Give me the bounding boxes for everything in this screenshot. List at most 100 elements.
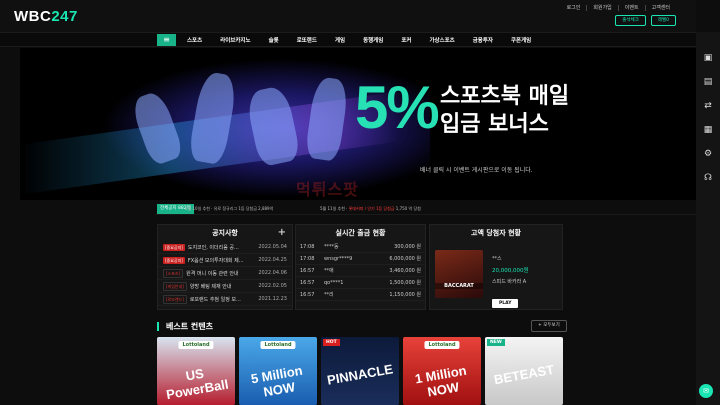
best-content-title: 베스트 컨텐츠 bbox=[157, 322, 213, 331]
card-title: 5 Million NOW bbox=[249, 362, 304, 400]
notice-row-date: 2022.04.06 bbox=[258, 270, 287, 276]
wallet-icon[interactable]: ▣ bbox=[702, 52, 714, 64]
notice-row-date: 2022.04.25 bbox=[258, 257, 287, 263]
notice-row[interactable]: [로또랜드] 로또랜드 추첨 일정 보... 2021.12.23 bbox=[158, 293, 292, 306]
notice-row-title: 로또랜드 추첨 일정 보... bbox=[189, 296, 241, 303]
ticker-text: 5월 10일 추천 · 유로 정규리그 1등 당첨금 2,889억 bbox=[185, 206, 274, 211]
content-card[interactable]: HOT PINNACLE bbox=[321, 337, 399, 405]
winner-amount: 20,000,000원 bbox=[492, 268, 529, 274]
withdraw-panel: 실시간 출금 현황 17:08 ****동 300,000 원 17:08 wnsgr*… bbox=[295, 224, 426, 310]
right-sidebar: ▣ ▤ ⇄ ▦ ⚙ ☊ ✉ bbox=[696, 32, 720, 405]
card-brand: Lottoland bbox=[424, 341, 460, 349]
top-links: 로그인 회원가입 이벤트 고객센터 bbox=[561, 5, 676, 11]
login-link[interactable]: 로그인 bbox=[561, 5, 587, 11]
card-title: PINNACLE bbox=[325, 361, 395, 388]
support-link[interactable]: 고객센터 bbox=[644, 5, 676, 11]
card-brand: Lottoland bbox=[260, 341, 296, 349]
view-all-button[interactable]: + 모두보기 bbox=[531, 320, 567, 332]
notice-row-title: 원격 머니 이동 관련 안내 bbox=[186, 270, 239, 277]
notice-row-date: 2022.05.04 bbox=[258, 244, 287, 250]
jackpot-panel: 고액 당첨자 현황 BACCARAT **스 20,000,000원 스피드 바… bbox=[429, 224, 563, 310]
notice-row[interactable]: [스포츠] 원격 머니 이동 관련 안내 2022.04.06 bbox=[158, 267, 292, 280]
content-card[interactable]: NEW BETEAST bbox=[485, 337, 563, 405]
withdraw-user: **애 bbox=[324, 268, 334, 274]
content-card[interactable]: Lottoland 5 Million NOW bbox=[239, 337, 317, 405]
notice-row[interactable]: [중요공지] FX옵션 모의투자대회 제... 2022.04.25 bbox=[158, 254, 292, 267]
withdraw-time: 17:08 bbox=[300, 255, 315, 262]
receipt-icon[interactable]: ▤ bbox=[702, 76, 714, 88]
notice-row-title: 양방 베팅 제재 안내 bbox=[189, 283, 232, 290]
notice-category-tag: [중요공지] bbox=[163, 256, 185, 264]
withdraw-time: 16:57 bbox=[300, 291, 315, 298]
content-card[interactable]: Lottoland 1 Million NOW bbox=[403, 337, 481, 405]
content-card[interactable]: Lottoland US PowerBall bbox=[157, 337, 235, 405]
top-bar: WBC247 로그인 회원가입 이벤트 고객센터 출석체크 레벨0 bbox=[0, 0, 696, 32]
notice-row-title: 도지코인, 이더리움 공... bbox=[187, 244, 239, 251]
winner-user: **스 bbox=[492, 256, 502, 262]
attendance-button[interactable]: 출석체크 bbox=[615, 15, 646, 26]
chat-icon[interactable]: ✉ bbox=[699, 384, 713, 398]
nav-game[interactable]: 게임 bbox=[326, 36, 354, 44]
main-nav: ≡ 스포츠 라이브카지노 슬롯 로또랜드 게임 동행게임 포커 가상스포츠 금융… bbox=[0, 32, 696, 47]
nav-lottoland[interactable]: 로또랜드 bbox=[288, 36, 326, 44]
notice-category-tag: [게임안내] bbox=[163, 281, 187, 291]
notice-title: 공지사항 + bbox=[158, 225, 292, 241]
jackpot-title: 고액 당첨자 현황 bbox=[471, 229, 521, 237]
watermark: 먹튀스팟 bbox=[296, 180, 359, 199]
nav-slot[interactable]: 슬롯 bbox=[260, 36, 288, 44]
withdraw-row: 16:57 qo****1 1,500,000 원 bbox=[296, 277, 425, 289]
headset-icon[interactable]: ☊ bbox=[702, 172, 714, 184]
notice-row-date: 2021.12.23 bbox=[258, 296, 287, 302]
withdraw-amount: 3,460,000 원 bbox=[389, 268, 421, 274]
card-title: 1 Million NOW bbox=[413, 362, 468, 400]
notice-ticker[interactable]: 전체공지 882억 5월 10일 추천 · 유로 정규리그 1등 당첨금 2,8… bbox=[155, 203, 696, 215]
banner-subtext: 배너 클릭 시 이벤트 게시판으로 이동 됩니다. bbox=[420, 167, 533, 174]
card-badge: HOT bbox=[323, 339, 340, 346]
notice-category-tag: [로또랜드] bbox=[163, 294, 187, 304]
card-brand: Lottoland bbox=[178, 341, 214, 349]
user-settings-icon[interactable]: ⚙ bbox=[702, 148, 714, 160]
logo[interactable]: WBC247 bbox=[14, 8, 78, 25]
level-button[interactable]: 레벨0 bbox=[650, 15, 676, 26]
menu-icon[interactable]: ≡ bbox=[157, 34, 176, 46]
notice-row-date: 2022.02.05 bbox=[258, 283, 287, 289]
withdraw-row: 17:08 ****동 300,000 원 bbox=[296, 241, 425, 253]
withdraw-user: ****동 bbox=[324, 244, 339, 250]
notice-panel: 공지사항 + [중요공지] 도지코인, 이더리움 공... 2022.05.04 [중요… bbox=[157, 224, 293, 310]
play-button[interactable]: PLAY bbox=[492, 299, 519, 308]
signup-link[interactable]: 회원가입 bbox=[586, 5, 617, 11]
withdraw-row: 16:57 **리 1,150,000 원 bbox=[296, 289, 425, 301]
banner-title-line1: 스포츠북 매일 bbox=[440, 84, 570, 109]
notice-row[interactable]: [중요공지] 도지코인, 이더리움 공... 2022.05.04 bbox=[158, 241, 292, 254]
nav-sports[interactable]: 스포츠 bbox=[178, 36, 211, 44]
notice-row-title: FX옵션 모의투자대회 제... bbox=[187, 257, 244, 264]
withdraw-amount: 300,000 원 bbox=[394, 244, 421, 250]
nav-finance[interactable]: 금융투자 bbox=[464, 36, 502, 44]
exchange-icon[interactable]: ⇄ bbox=[702, 100, 714, 112]
event-link[interactable]: 이벤트 bbox=[617, 5, 645, 11]
withdraw-amount: 1,500,000 원 bbox=[389, 280, 421, 286]
nav-poker[interactable]: 포커 bbox=[392, 36, 420, 44]
withdraw-user: qo****1 bbox=[324, 279, 344, 286]
document-icon[interactable]: ▦ bbox=[702, 124, 714, 136]
nav-virtual-sports[interactable]: 가상스포츠 bbox=[420, 36, 463, 44]
withdraw-user: **리 bbox=[324, 292, 334, 298]
baccarat-thumbnail[interactable]: BACCARAT bbox=[435, 250, 483, 298]
top-buttons: 출석체크 레벨0 bbox=[615, 15, 676, 26]
notice-category-tag: [스포츠] bbox=[163, 268, 184, 278]
banner-title-line2: 입금 보너스 bbox=[440, 112, 549, 137]
nav-live-casino[interactable]: 라이브카지노 bbox=[211, 36, 259, 44]
card-title: BETEAST bbox=[492, 361, 556, 388]
notice-row[interactable]: [게임안내] 양방 베팅 제재 안내 2022.02.05 bbox=[158, 280, 292, 293]
nav-powerball[interactable]: 동행게임 bbox=[354, 36, 392, 44]
winner-game: 스피드 바카라 A bbox=[492, 279, 527, 285]
best-content-cards: Lottoland US PowerBall Lottoland 5 Million … bbox=[157, 337, 563, 405]
banner-percent: 5% bbox=[355, 74, 440, 141]
withdraw-amount: 6,000,000 원 bbox=[389, 256, 421, 262]
withdraw-time: 16:57 bbox=[300, 267, 315, 274]
withdraw-time: 16:57 bbox=[300, 279, 315, 286]
withdraw-row: 17:08 wnsgr****9 6,000,000 원 bbox=[296, 253, 425, 265]
nav-coupon[interactable]: 쿠폰게임 bbox=[502, 36, 540, 44]
plus-icon[interactable]: + bbox=[278, 225, 286, 241]
ticker-text: 5월 11일 추천 · 롯데커피 / 인기 1등 당첨금 1,750 억 당첨 bbox=[320, 206, 421, 211]
